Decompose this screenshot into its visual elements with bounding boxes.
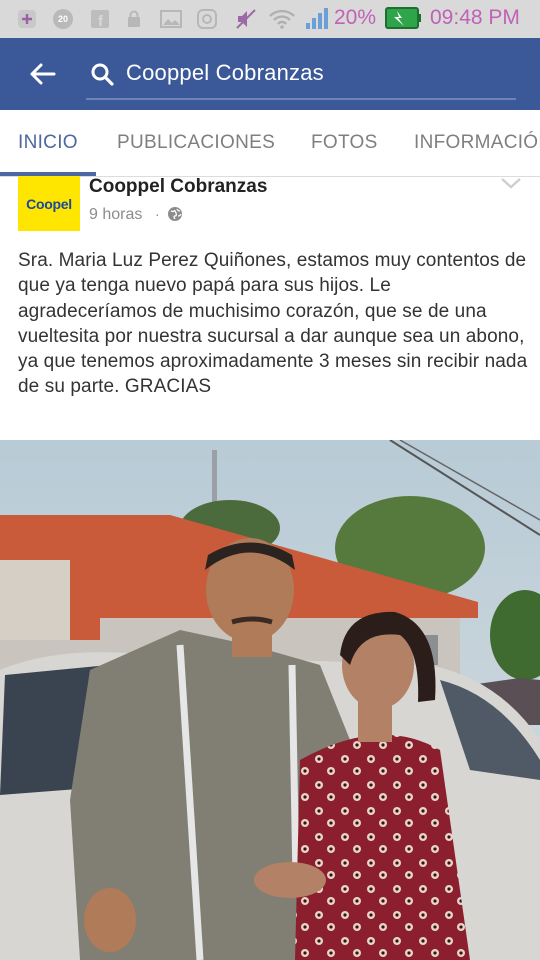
instagram-icon [196,9,218,29]
battery-icon [384,7,422,29]
badge-icon: 20 [52,9,74,29]
globe-icon [168,207,182,221]
post-header: Coopel Cooppel Cobranzas 9 horas · [0,176,540,238]
meta-separator: · [155,206,160,222]
chevron-down-icon[interactable] [500,176,522,190]
wifi-icon [268,9,296,29]
image-icon [160,9,182,29]
tab-informacion[interactable]: INFORMACIÓN [414,132,540,154]
search-field[interactable]: Cooppel Cobranzas [86,52,516,100]
plus-icon [16,9,38,29]
logo-text: Coopel [26,195,72,212]
search-query-text: Cooppel Cobranzas [126,60,324,85]
page-tabs: INICIO PUBLICACIONES FOTOS INFORMACIÓN [0,110,540,177]
page-name[interactable]: Cooppel Cobranzas [89,176,267,198]
battery-percent: 20% [334,6,377,29]
lock-icon [126,9,142,29]
notif-badge-count: 20 [57,14,68,24]
tab-publicaciones[interactable]: PUBLICACIONES [117,132,275,154]
post-text: Sra. Maria Luz Perez Quiñones, estamos m… [18,250,528,398]
clock-time: 09:48 PM [430,6,520,29]
tab-fotos[interactable]: FOTOS [311,132,378,154]
facebook-icon: f [90,9,110,29]
post-timestamp[interactable]: 9 horas [89,206,142,224]
page-avatar[interactable]: Coopel [18,176,80,231]
signal-icon [304,8,328,29]
tab-inicio[interactable]: INICIO [18,132,78,154]
mute-icon [234,9,258,29]
back-button[interactable] [22,58,62,90]
app-bar: Cooppel Cobranzas [0,38,540,110]
post-photo[interactable] [0,440,540,960]
back-arrow-icon [30,63,56,85]
status-bar: 20 f 20% 09:48 PM [0,0,540,38]
search-icon [91,63,114,86]
